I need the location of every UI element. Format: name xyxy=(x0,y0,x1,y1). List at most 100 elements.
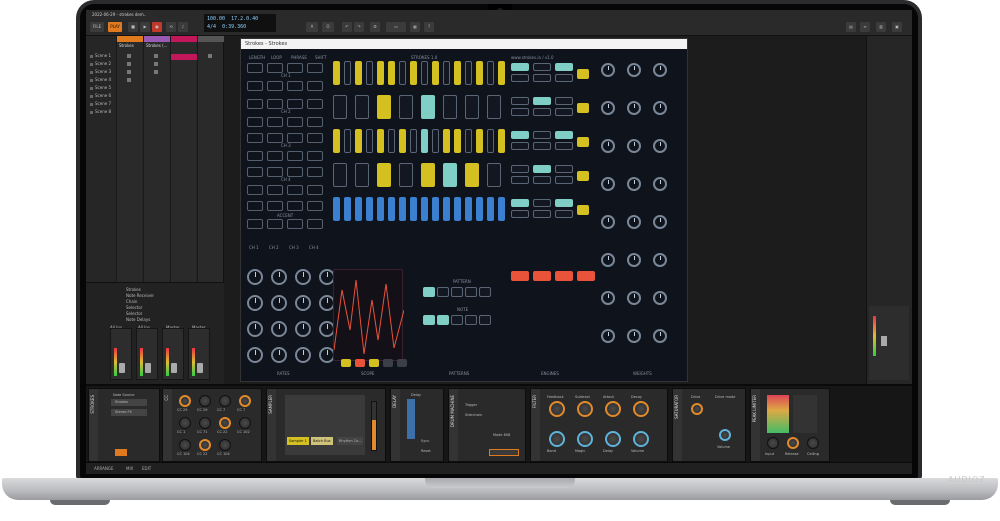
rate-knob[interactable] xyxy=(295,269,311,285)
device-panel[interactable]: SAMPLER Sampler 1 Batch Bus Rhythm Co... xyxy=(266,388,386,462)
scene-row[interactable]: Scene 2 xyxy=(90,60,118,67)
sequencer-step[interactable] xyxy=(465,95,479,119)
sequencer-step[interactable] xyxy=(333,95,347,119)
browser-item[interactable]: Selector xyxy=(126,311,142,316)
param-box[interactable] xyxy=(267,167,283,177)
grid-icon[interactable]: ▦ xyxy=(410,22,420,32)
filter-knob[interactable] xyxy=(577,431,593,447)
filter-knob[interactable] xyxy=(577,401,593,417)
param-box[interactable] xyxy=(287,151,303,161)
drive-knob[interactable] xyxy=(691,403,703,415)
engine-button[interactable] xyxy=(511,131,529,139)
param-box[interactable] xyxy=(307,201,323,211)
filter-knob[interactable] xyxy=(605,431,621,447)
sequencer-step[interactable] xyxy=(366,129,373,153)
pattern-button[interactable] xyxy=(465,287,477,297)
param-box[interactable] xyxy=(247,117,263,127)
pattern-button[interactable] xyxy=(451,287,463,297)
clip-slot[interactable] xyxy=(127,78,131,82)
sequencer-step[interactable] xyxy=(421,163,435,187)
edit-tab[interactable]: EDIT xyxy=(142,466,151,471)
sequencer-step[interactable] xyxy=(333,197,340,221)
mixer-icon[interactable]: ▥ xyxy=(876,22,886,32)
scene-row[interactable]: Scene 1 xyxy=(90,52,118,59)
filter-knob[interactable] xyxy=(633,431,649,447)
sequencer-step[interactable] xyxy=(410,197,417,221)
clip-slot[interactable] xyxy=(154,62,158,66)
clip-slot[interactable] xyxy=(127,62,131,66)
mixer-channel[interactable] xyxy=(188,328,210,380)
engine-button[interactable] xyxy=(511,108,529,116)
engine-button[interactable] xyxy=(577,103,589,113)
sequencer-step[interactable] xyxy=(421,197,428,221)
note-button[interactable] xyxy=(451,315,463,325)
device-header[interactable]: CC xyxy=(163,389,172,461)
rate-knob[interactable] xyxy=(271,295,287,311)
browser-item[interactable]: Note Receiver xyxy=(126,293,154,298)
device-header[interactable]: DELAY xyxy=(391,389,400,461)
param-box[interactable] xyxy=(287,117,303,127)
engine-button[interactable] xyxy=(555,142,573,150)
sequencer-step[interactable] xyxy=(399,197,406,221)
device-selector[interactable]: Strokes xyxy=(111,399,147,406)
sequencer-step[interactable] xyxy=(498,197,505,221)
pattern-button[interactable] xyxy=(479,287,491,297)
mix-tab[interactable]: MIX xyxy=(126,466,133,471)
delay-slider[interactable] xyxy=(407,399,415,439)
engine-button[interactable] xyxy=(533,176,551,184)
rate-knob[interactable] xyxy=(247,321,263,337)
engine-button[interactable] xyxy=(533,199,551,207)
device-header[interactable]: FILTER xyxy=(531,389,540,461)
undo-icon[interactable]: ↶ xyxy=(342,22,352,32)
sequencer-step[interactable] xyxy=(487,95,501,119)
sequencer-step[interactable] xyxy=(443,129,450,153)
engine-button[interactable] xyxy=(511,176,529,184)
sequencer-step[interactable] xyxy=(355,95,369,119)
cc-knob[interactable] xyxy=(219,439,231,451)
level-slider[interactable] xyxy=(371,401,377,451)
filter-knob[interactable] xyxy=(633,401,649,417)
sequencer-step[interactable] xyxy=(410,61,417,85)
mute-button[interactable] xyxy=(555,271,573,281)
note-button[interactable] xyxy=(465,315,477,325)
sampler-slot[interactable]: Rhythm Co... xyxy=(337,437,363,445)
clip-slot[interactable] xyxy=(171,54,197,60)
sequencer-step[interactable] xyxy=(377,61,384,85)
volume-fader[interactable] xyxy=(197,363,203,373)
clip-slot[interactable] xyxy=(208,54,212,58)
param-box[interactable] xyxy=(287,219,303,229)
weight-knob[interactable] xyxy=(627,139,641,153)
sequencer-step[interactable] xyxy=(355,197,362,221)
engine-button[interactable] xyxy=(511,199,529,207)
engine-button[interactable] xyxy=(533,142,551,150)
weight-knob[interactable] xyxy=(653,291,667,305)
param-box[interactable] xyxy=(247,151,263,161)
engine-button[interactable] xyxy=(577,205,589,215)
param-box[interactable] xyxy=(247,99,263,109)
rate-knob[interactable] xyxy=(247,347,263,363)
param-box[interactable] xyxy=(287,185,303,195)
rate-knob[interactable] xyxy=(271,347,287,363)
param-box[interactable] xyxy=(267,133,283,143)
sequencer-step[interactable] xyxy=(443,61,450,85)
sequencer-step[interactable] xyxy=(333,129,340,153)
weight-knob[interactable] xyxy=(653,177,667,191)
input-knob[interactable] xyxy=(767,437,779,449)
weight-knob[interactable] xyxy=(653,101,667,115)
scope-toggle[interactable] xyxy=(355,359,365,367)
engine-button[interactable] xyxy=(577,137,589,147)
inspector-icon[interactable]: ≡ xyxy=(860,22,870,32)
param-box[interactable] xyxy=(267,185,283,195)
rate-knob[interactable] xyxy=(271,269,287,285)
volume-fader[interactable] xyxy=(145,363,151,373)
weight-knob[interactable] xyxy=(601,63,615,77)
settings-icon[interactable]: ⚙ xyxy=(370,22,380,32)
param-box[interactable] xyxy=(287,81,303,91)
sequencer-step[interactable] xyxy=(465,163,479,187)
engine-button[interactable] xyxy=(555,210,573,218)
engine-button[interactable] xyxy=(555,165,573,173)
engine-button[interactable] xyxy=(577,69,589,79)
sequencer-step[interactable] xyxy=(421,129,428,153)
weight-knob[interactable] xyxy=(601,253,615,267)
engine-button[interactable] xyxy=(555,97,573,105)
